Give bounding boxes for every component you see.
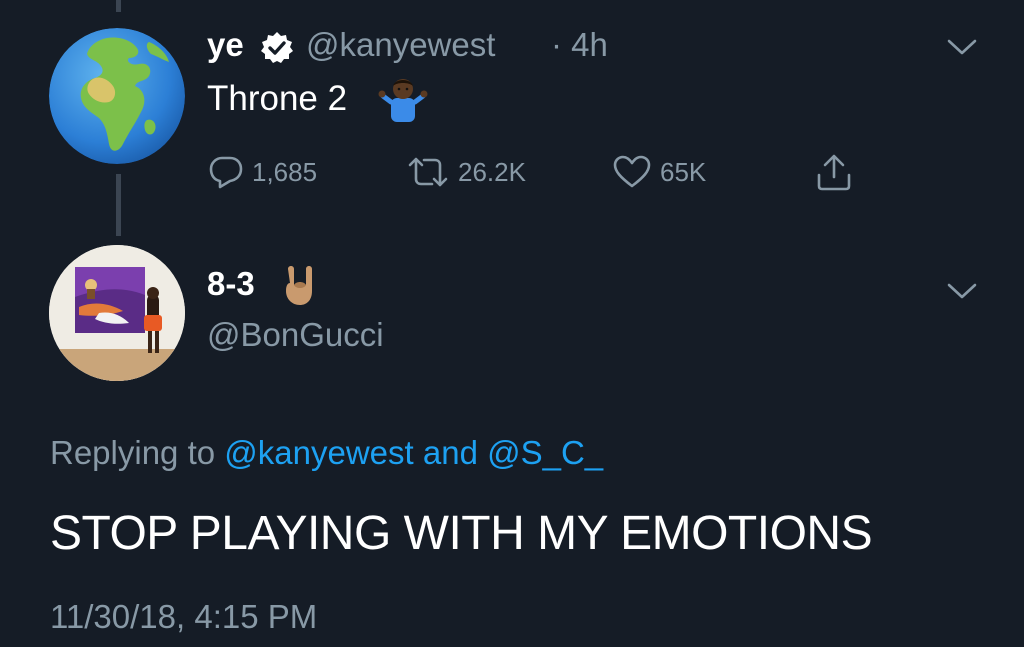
profile-photo-icon [49, 245, 185, 381]
like-icon [613, 155, 651, 188]
reply-icon [209, 156, 243, 189]
display-name[interactable]: 8-3 [207, 265, 255, 303]
avatar[interactable] [49, 245, 185, 381]
like-button[interactable]: 65K [612, 154, 706, 190]
reply-button[interactable]: 1,685 [208, 154, 317, 190]
avatar[interactable] [49, 28, 185, 164]
tweet-text: STOP PLAYING WITH MY EMOTIONS [50, 507, 873, 560]
replying-and[interactable]: and [423, 434, 478, 471]
share-button[interactable] [814, 154, 854, 191]
user-handle[interactable]: @kanyewest [306, 26, 495, 64]
shrug-emoji-icon [378, 79, 428, 122]
share-icon [817, 154, 851, 191]
globe-avatar-icon [49, 28, 185, 164]
retweet-count: 26.2K [458, 156, 526, 187]
thread-connector-line [116, 174, 121, 236]
mention-link[interactable]: @kanyewest [224, 434, 413, 471]
thread-connector-line [116, 0, 121, 12]
replying-to-line: Replying to @kanyewest and @S_C_ [50, 434, 603, 472]
verified-badge-icon [261, 32, 293, 63]
retweet-button[interactable]: 26.2K [406, 154, 526, 190]
tweet-time[interactable]: · 4h [551, 26, 608, 64]
reply-count: 1,685 [252, 156, 318, 187]
chevron-down-icon[interactable] [947, 282, 977, 300]
user-handle[interactable]: @BonGucci [207, 316, 384, 354]
like-count: 65K [660, 156, 707, 187]
chevron-down-icon[interactable] [947, 38, 977, 56]
replying-prefix: Replying to [50, 434, 216, 471]
display-name[interactable]: ye [207, 26, 244, 64]
tweet-timestamp[interactable]: 11/30/18, 4:15 PM [50, 598, 317, 636]
horns-emoji-icon [286, 266, 312, 305]
tweet-text: Throne 2 [207, 79, 348, 118]
mention-link[interactable]: @S_C_ [487, 434, 603, 471]
retweet-icon [408, 157, 448, 187]
